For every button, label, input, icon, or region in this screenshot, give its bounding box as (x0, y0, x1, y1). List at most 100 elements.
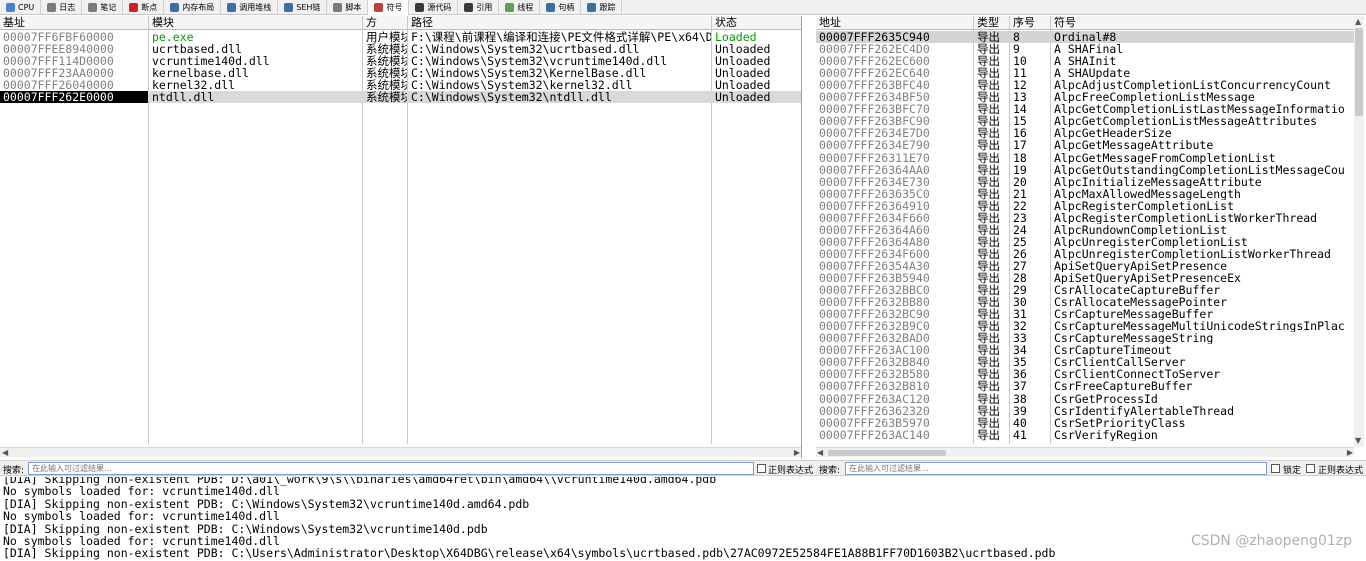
symbol-row[interactable]: 00007FFF26311E70 导出 18 AlpcGetMessageFromCo… (816, 152, 1354, 164)
symbol-row[interactable]: 00007FFF26364A80 导出 25 AlpcUnregisterComple… (816, 236, 1354, 248)
tab-handles[interactable]: 句柄 (540, 0, 582, 15)
symbol-row[interactable]: 00007FFF262EC4D0 导出 9 A_SHAFinal (816, 43, 1354, 55)
col-header-status[interactable]: 状态 (712, 16, 801, 30)
scroll-down-icon[interactable]: ▼ (1355, 436, 1361, 446)
symbol-row[interactable]: 00007FFF2634E790 导出 17 AlpcGetMessageAttrib… (816, 139, 1354, 151)
tab-call-stack[interactable]: 调用堆栈 (221, 0, 279, 15)
symbol-row[interactable]: 00007FFF262EC640 导出 11 A_SHAUpdate (816, 67, 1354, 79)
regex-checkbox-symbols[interactable] (1306, 464, 1315, 473)
tab-references[interactable]: 引用 (458, 0, 500, 15)
tab-notes[interactable]: 笔记 (82, 0, 124, 15)
scroll-left-icon[interactable]: ◀ (2, 448, 8, 458)
symbol-row[interactable]: 00007FFF2634BF50 导出 13 AlpcFreeCompletionLi… (816, 91, 1354, 103)
scroll-left-icon[interactable]: ◀ (817, 448, 823, 458)
col-header-type[interactable]: 类型 (974, 16, 1009, 30)
symbol-row[interactable]: 00007FFF263AC140 导出 41 CsrVerifyRegion (816, 429, 1354, 441)
symbol-row[interactable]: 00007FFF26364910 导出 22 AlpcRegisterCompleti… (816, 200, 1354, 212)
tab-source[interactable]: 源代码 (409, 0, 459, 15)
col-header-party[interactable]: 方 (363, 16, 407, 30)
symbol-row[interactable]: 00007FFF2632B580 导出 36 CsrClientConnectToSe… (816, 368, 1354, 380)
symbol-row[interactable]: 00007FFF263AC100 导出 34 CsrCaptureTimeout (816, 344, 1354, 356)
scroll-right-icon[interactable]: ▶ (1347, 448, 1353, 458)
symbol-row[interactable]: 00007FFF263635C0 导出 21 AlpcMaxAllowedMessag… (816, 188, 1354, 200)
module-row[interactable]: 00007FFF23AA0000 kernelbase.dll 系统模块 C:\Win… (0, 67, 801, 79)
scroll-up-icon[interactable]: ▲ (1355, 17, 1361, 27)
symbol-row[interactable]: 00007FFF2632BBC0 导出 29 CsrAllocateCaptureBu… (816, 284, 1354, 296)
symbol-row[interactable]: 00007FFF2634E730 导出 20 AlpcInitializeMessag… (816, 176, 1354, 188)
symbol-row[interactable]: 00007FFF26362320 导出 39 CsrIdentifyAlertable… (816, 405, 1354, 417)
tab-label: 引用 (476, 3, 493, 12)
trace-icon (587, 3, 597, 12)
symbol-row[interactable]: 00007FFF2632BC90 导出 31 CsrCaptureMessageBuf… (816, 308, 1354, 320)
symbol-row[interactable]: 00007FFF2632BB80 导出 30 CsrAllocateMessagePo… (816, 296, 1354, 308)
module-row[interactable]: 00007FFEE8940000 ucrtbased.dll 系统模块 C:\Wind… (0, 43, 801, 55)
lock-checkbox[interactable] (1271, 464, 1280, 473)
tab-trace[interactable]: 跟踪 (581, 0, 623, 15)
symbol-name-cell: CsrSetPriorityClass (1054, 416, 1186, 429)
symbol-row[interactable]: 00007FFF2632B9C0 导出 32 CsrCaptureMessageMul… (816, 320, 1354, 332)
symbol-type-cell: 导出 (977, 404, 1000, 417)
symbol-row[interactable]: 00007FFF2632B810 导出 37 CsrFreeCaptureBuffer (816, 380, 1354, 392)
symbol-type-cell: 导出 (977, 67, 1000, 80)
tab-label: 脚本 (345, 3, 362, 12)
module-row[interactable]: 00007FFF114D0000 vcruntime140d.dll 系统模块 C:\… (0, 55, 801, 67)
modules-horizontal-scrollbar[interactable]: ◀ ▶ (0, 447, 801, 458)
symbol-type-cell: 导出 (977, 380, 1000, 393)
symbol-row[interactable]: 00007FFF2632B840 导出 35 CsrClientCallServer (816, 356, 1354, 368)
regex-checkbox-modules[interactable] (757, 464, 766, 473)
scroll-thumb[interactable] (828, 450, 946, 456)
tab-script[interactable]: 脚本 (327, 0, 369, 15)
tab-seh[interactable]: SEH链 (278, 0, 328, 15)
watermark: CSDN @zhaopeng01zp (1190, 533, 1352, 549)
col-header-symbol[interactable]: 符号 (1051, 16, 1356, 30)
scroll-right-icon[interactable]: ▶ (794, 448, 800, 458)
tab-symbols[interactable]: 符号 (368, 0, 410, 15)
symbol-row[interactable]: 00007FFF26364AA0 导出 19 AlpcGetOutstandingCo… (816, 164, 1354, 176)
symbol-row[interactable]: 00007FFF26354A30 导出 27 ApiSetQueryApiSetPre… (816, 260, 1354, 272)
symbol-log-output[interactable]: [DIA] Skipping non-existent PDB: D:\a01\… (0, 477, 1366, 561)
symbol-name-cell: CsrCaptureTimeout (1054, 344, 1172, 357)
symbol-row[interactable]: 00007FFF262EC600 导出 10 A_SHAInit (816, 55, 1354, 67)
symbol-ordinal-cell: 40 (1013, 416, 1027, 429)
search-input-modules[interactable] (28, 462, 754, 475)
symbols-vertical-scrollbar[interactable]: ▲ ▼ (1354, 16, 1364, 447)
tab-cpu[interactable]: CPU (0, 0, 42, 15)
symbol-row[interactable]: 00007FFF263BFC40 导出 12 AlpcAdjustCompletion… (816, 79, 1354, 91)
symbol-name-cell: AlpcRegisterCompletionListWorkerThread (1054, 211, 1318, 224)
symbol-row[interactable]: 00007FFF2634E7D0 导出 16 AlpcGetHeaderSize (816, 127, 1354, 139)
col-header-ordinal[interactable]: 序号 (1010, 16, 1050, 30)
col-header-path[interactable]: 路径 (408, 16, 711, 30)
symbol-row[interactable]: 00007FFF263B5970 导出 40 CsrSetPriorityClass (816, 417, 1354, 429)
symbol-row[interactable]: 00007FFF26364A60 导出 24 AlpcRundownCompletio… (816, 224, 1354, 236)
symbol-row[interactable]: 00007FFF263BFC90 导出 15 AlpcGetCompletionLis… (816, 115, 1354, 127)
symbol-address-cell: 00007FFF263B5940 (819, 272, 930, 284)
symbol-row[interactable]: 00007FFF263BFC70 导出 14 AlpcGetCompletionLis… (816, 103, 1354, 115)
tab-breakpoint[interactable]: 断点 (123, 0, 165, 15)
module-path-cell: C:\Windows\System32\ntdll.dll (411, 91, 612, 103)
symbol-row[interactable]: 00007FFF2634F660 导出 23 AlpcRegisterCompleti… (816, 212, 1354, 224)
symbol-address-cell: 00007FFF2632BBC0 (819, 284, 930, 297)
log-line: [DIA] Skipping non-existent PDB: C:\Wind… (3, 496, 530, 511)
symbols-horizontal-scrollbar[interactable]: ◀ ▶ (816, 447, 1354, 457)
module-row[interactable]: 00007FFF26040000 kernel32.dll 系统模块 C:\Windo… (0, 79, 801, 91)
symbol-row[interactable]: 00007FFF263AC120 导出 38 CsrGetProcessId (816, 393, 1354, 405)
scroll-thumb[interactable] (1355, 28, 1363, 116)
tab-threads[interactable]: 线程 (499, 0, 541, 15)
symbol-row[interactable]: 00007FFF2632BAD0 导出 33 CsrCaptureMessageStr… (816, 332, 1354, 344)
symbol-row[interactable]: 00007FFF2634F600 导出 26 AlpcUnregisterComple… (816, 248, 1354, 260)
tab-memory-map[interactable]: 内存布局 (164, 0, 222, 15)
col-header-address[interactable]: 地址 (816, 16, 973, 30)
col-header-base[interactable]: 基址 (0, 16, 148, 30)
symbol-ordinal-cell: 24 (1013, 223, 1027, 236)
log-line: [DIA] Skipping non-existent PDB: C:\Wind… (3, 521, 488, 536)
col-header-module[interactable]: 模块 (149, 16, 362, 30)
symbol-address-cell: 00007FFF2632BAD0 (819, 332, 930, 345)
symbol-address-cell: 00007FFF2634E7D0 (819, 127, 930, 140)
symbol-row[interactable]: 00007FFF2635C940 导出 8 Ordinal#8 (816, 31, 1354, 43)
symbol-type-cell: 导出 (977, 115, 1000, 128)
symbol-row[interactable]: 00007FFF263B5940 导出 28 ApiSetQueryApiSetPre… (816, 272, 1354, 284)
search-input-symbols[interactable] (845, 462, 1267, 475)
module-row[interactable]: 00007FF6FBF60000 pe.exe 用户模块 F:\课程\前课程\编译和连… (0, 31, 801, 43)
tab-log[interactable]: 日志 (41, 0, 83, 15)
module-row[interactable]: 00007FFF262E0000 ntdll.dll 系统模块 C:\Windows\… (0, 91, 801, 103)
